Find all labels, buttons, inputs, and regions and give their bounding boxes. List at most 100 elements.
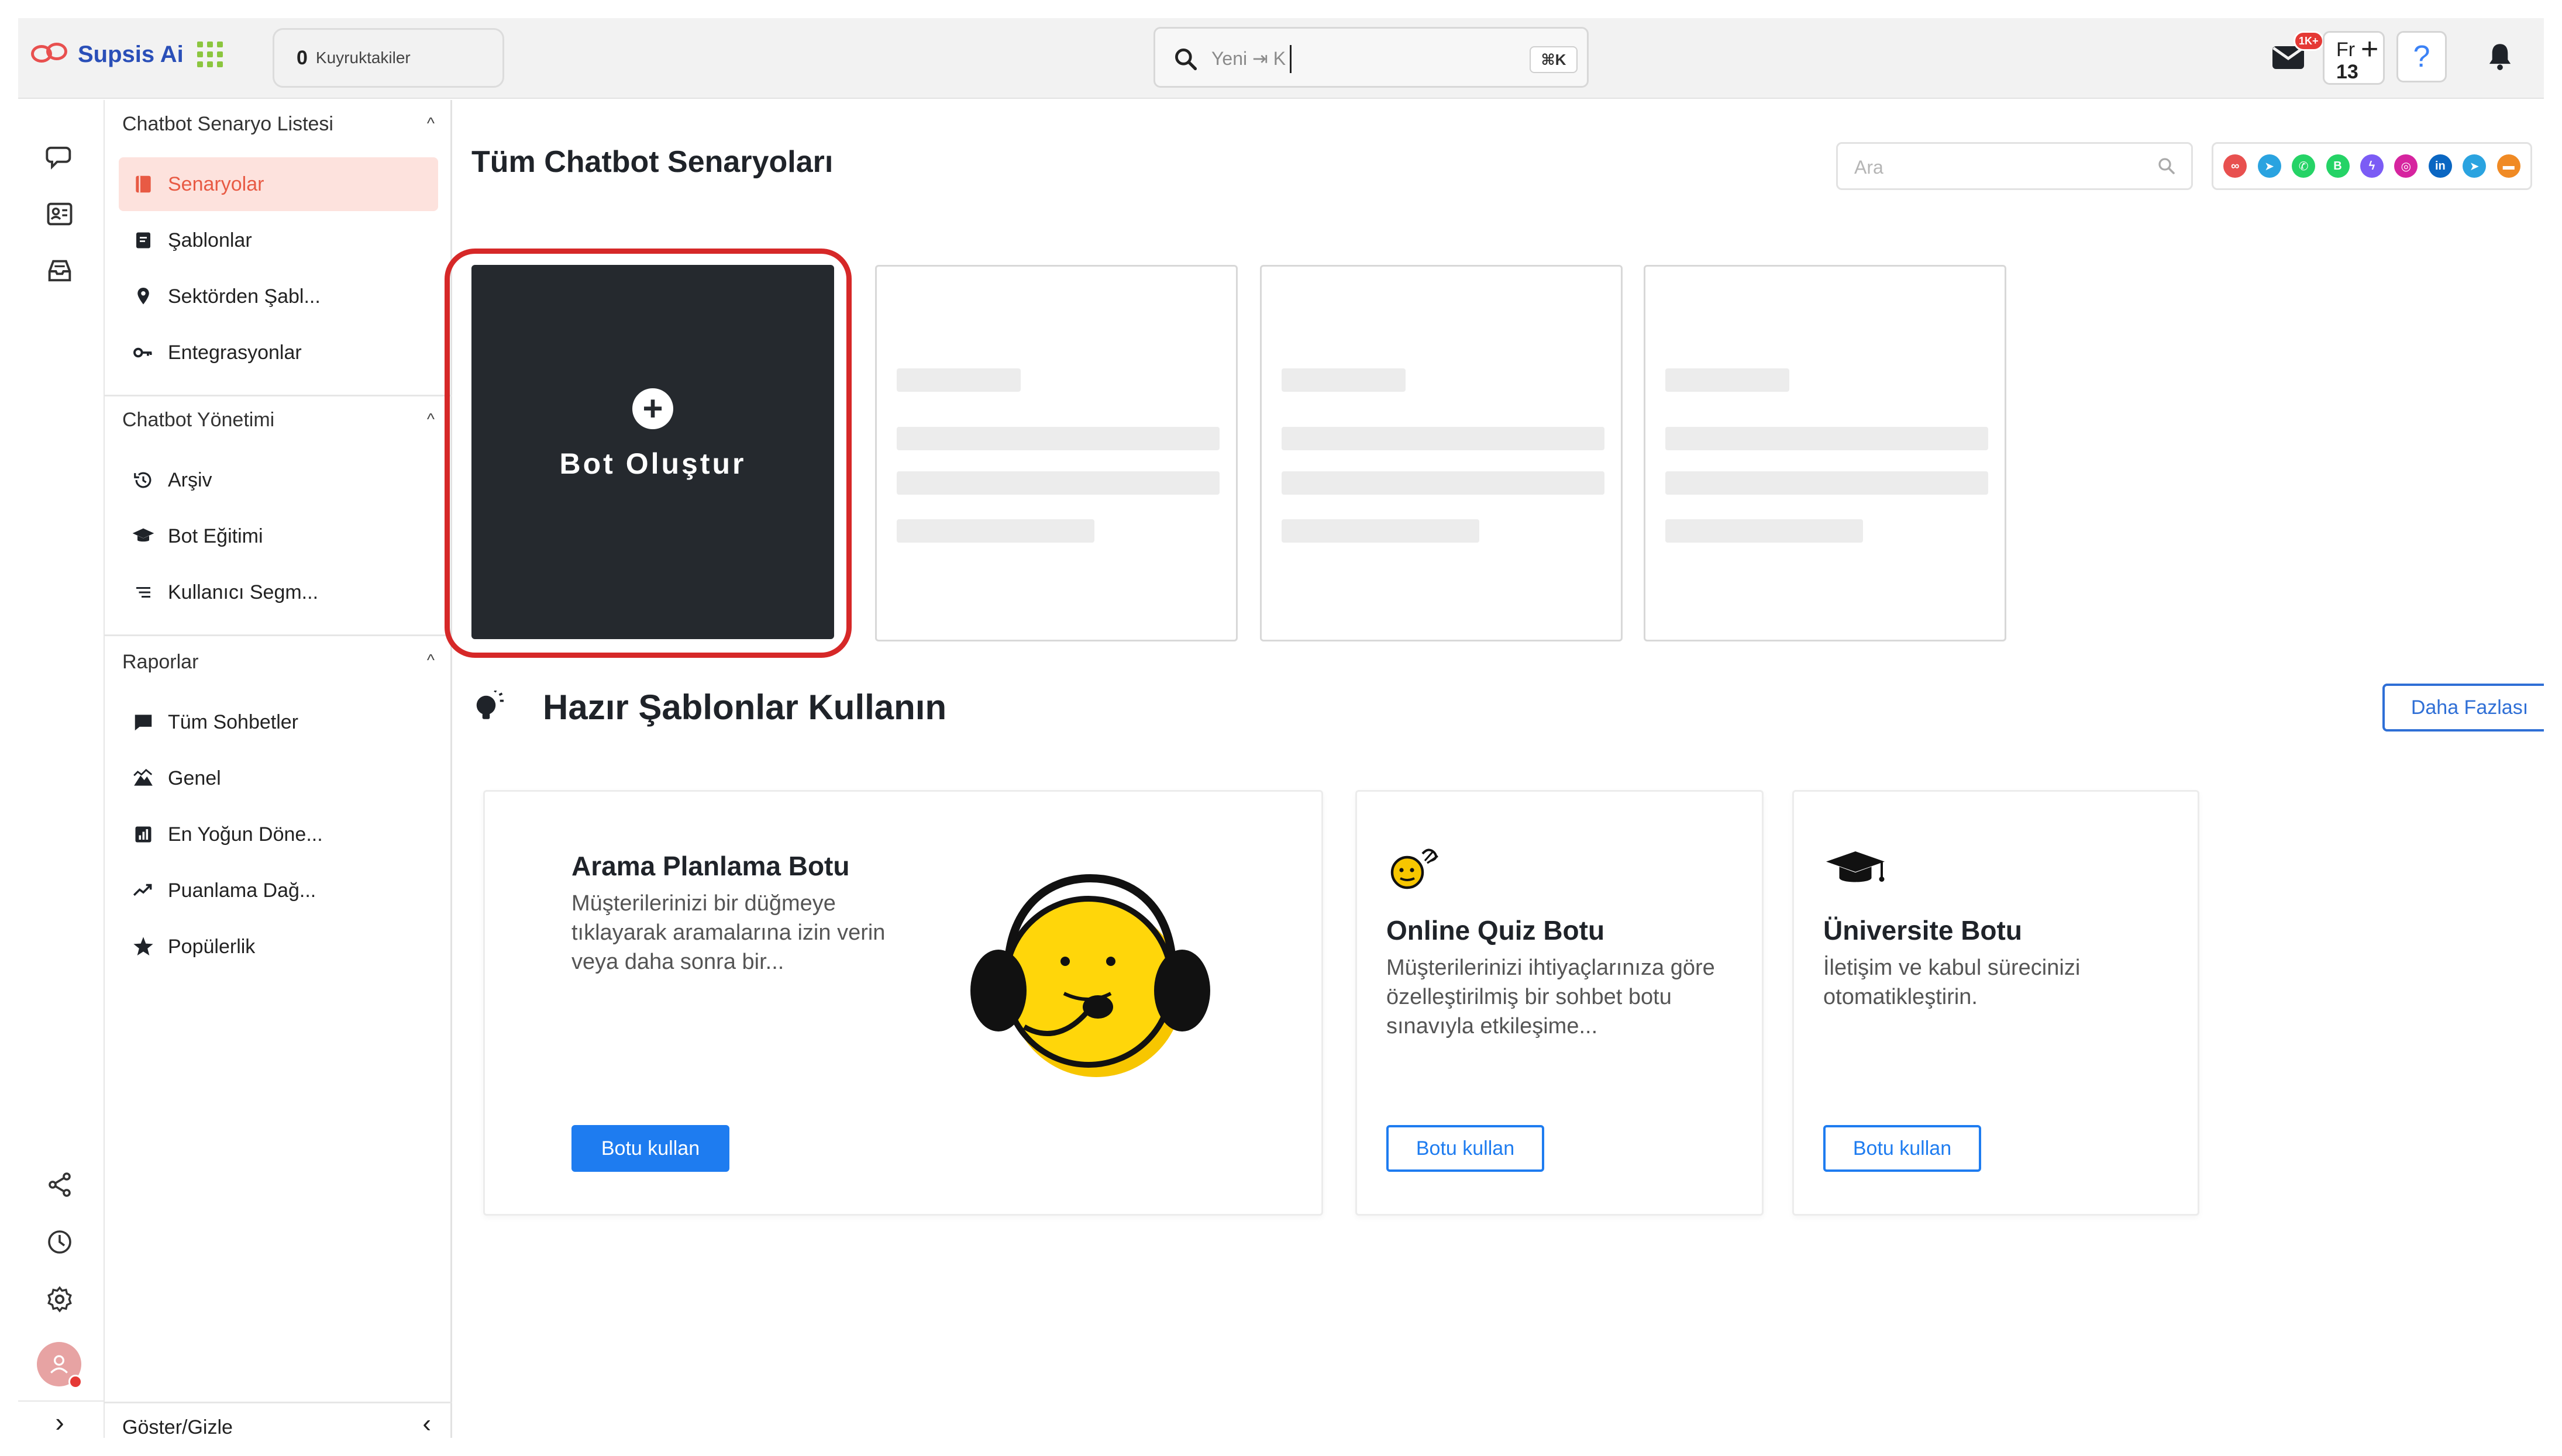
toggle-label: Göster/Gizle xyxy=(122,1416,233,1438)
main-content: Tüm Chatbot Senaryoları Ara ∞ ➤ ✆ Bϟ ◎ in ➤ ▬ +… xyxy=(445,100,2544,1438)
logo-icon xyxy=(31,42,70,67)
queue-counter[interactable]: 0 Kuyruktakiler xyxy=(273,28,504,88)
menu-item-genel[interactable]: Genel xyxy=(119,751,438,805)
instagram-icon[interactable]: ◎ xyxy=(2394,154,2418,178)
message-icon xyxy=(132,710,155,734)
menu-item-senaryolar[interactable]: Senaryolar xyxy=(119,157,438,211)
more-templates-button[interactable]: Daha Fazlası xyxy=(2382,684,2544,732)
star-icon xyxy=(132,935,155,958)
inbox-icon[interactable] xyxy=(42,253,78,289)
menu-item-sablonlar[interactable]: Şablonlar xyxy=(119,213,438,267)
template-icon xyxy=(132,229,155,252)
template-title: Üniversite Botu xyxy=(1823,915,2022,946)
scenario-menu: Chatbot Senaryo Listesi ^ Senaryolar Şab… xyxy=(105,100,452,1438)
menu-item-sektorden-sablonlar[interactable]: Sektörden Şabl... xyxy=(119,270,438,323)
menu-item-bot-egitimi[interactable]: Bot Eğitimi xyxy=(119,509,438,563)
section-divider xyxy=(105,634,452,636)
supsis-icon[interactable]: ∞ xyxy=(2223,154,2247,178)
create-bot-label: Bot Oluştur xyxy=(559,447,746,480)
menu-item-label: En Yoğun Döne... xyxy=(168,823,323,846)
template-description: Müşterilerinizi ihtiyaçlarınıza göre öze… xyxy=(1386,955,1715,1038)
share-icon[interactable] xyxy=(42,1167,78,1203)
menu-toggle[interactable]: Göster/Gizle ‹ xyxy=(105,1402,452,1438)
telegram-2-icon[interactable]: ➤ xyxy=(2463,154,2487,178)
contact-card-icon[interactable] xyxy=(42,196,78,232)
rail-divider xyxy=(18,1400,105,1402)
help-button[interactable]: ? xyxy=(2396,31,2447,82)
search-placeholder: Yeni ⇥ K xyxy=(1211,48,1286,69)
chevron-up-icon[interactable]: ^ xyxy=(427,410,435,429)
template-description: Müşterilerinizi bir düğmeye tıklayarak a… xyxy=(571,891,886,974)
chat-bubble-icon[interactable] xyxy=(42,139,78,175)
bar-chart-icon xyxy=(132,823,155,846)
mail-badge: 1K+ xyxy=(2294,31,2324,51)
menu-item-populerlik[interactable]: Popülerlik xyxy=(119,920,438,974)
book-icon xyxy=(132,172,155,196)
template-card-arama-planlama: Arama Planlama Botu Müşterilerinizi bir … xyxy=(483,790,1323,1216)
menu-section-scenarios: Chatbot Senaryo Listesi ^ Senaryolar Şab… xyxy=(105,100,452,397)
menu-item-label: Entegrasyonlar xyxy=(168,341,302,364)
menu-item-label: Arşiv xyxy=(168,468,212,491)
pin-icon xyxy=(132,285,155,308)
menu-item-label: Senaryolar xyxy=(168,172,264,195)
language-code: Fr xyxy=(2336,39,2356,61)
scenario-card-placeholder xyxy=(875,265,1238,641)
lightbulb-icon xyxy=(476,691,504,719)
menu-item-tum-sohbetler[interactable]: Tüm Sohbetler xyxy=(119,695,438,749)
search-shortcut-badge: ⌘K xyxy=(1530,46,1578,73)
search-placeholder: Ara xyxy=(1854,157,1883,178)
graduation-cap-icon xyxy=(1826,851,1885,882)
scenario-card-placeholder xyxy=(1644,265,2006,641)
menu-item-en-yogun-donem[interactable]: En Yoğun Döne... xyxy=(119,808,438,861)
use-bot-button[interactable]: Botu kullan xyxy=(571,1125,729,1172)
chevron-left-icon[interactable]: ‹ xyxy=(422,1409,431,1438)
chevron-up-icon[interactable]: ^ xyxy=(427,114,435,133)
date-day: 13 xyxy=(2336,61,2358,83)
messenger-icon[interactable]: ϟ xyxy=(2360,154,2384,178)
use-bot-button[interactable]: Botu kullan xyxy=(1823,1125,1981,1172)
plus-icon: + xyxy=(2361,32,2379,66)
text-caret xyxy=(1290,45,1292,73)
global-search-input[interactable]: Yeni ⇥ K ⌘K xyxy=(1153,27,1589,88)
menu-item-label: Popülerlik xyxy=(168,935,256,958)
top-bar: Supsis Ai 0 Kuyruktakiler Yeni ⇥ K ⌘K 1K… xyxy=(18,18,2544,99)
email-icon[interactable]: ▬ xyxy=(2496,154,2520,178)
template-title: Online Quiz Botu xyxy=(1386,915,1605,946)
channel-filter: ∞ ➤ ✆ Bϟ ◎ in ➤ ▬ xyxy=(2212,142,2532,190)
section-divider xyxy=(105,395,452,396)
template-description: İletişim ve kabul sürecinizi otomatikleş… xyxy=(1823,955,2081,1009)
section-title: Chatbot Senaryo Listesi xyxy=(122,113,333,135)
mountain-icon xyxy=(132,767,155,790)
expand-sidebar-icon[interactable]: › xyxy=(42,1404,78,1438)
menu-item-entegrasyonlar[interactable]: Entegrasyonlar xyxy=(119,326,438,379)
menu-item-puanlama-dagilimi[interactable]: Puanlama Dağ... xyxy=(119,864,438,917)
search-icon xyxy=(1175,49,1197,71)
whatsapp-business-icon[interactable]: B xyxy=(2326,154,2350,178)
create-bot-card[interactable]: + Bot Oluştur xyxy=(471,265,834,639)
clock-icon[interactable] xyxy=(42,1224,78,1260)
menu-item-label: Tüm Sohbetler xyxy=(168,710,298,733)
menu-item-label: Sektörden Şabl... xyxy=(168,285,321,308)
chevron-up-icon[interactable]: ^ xyxy=(427,651,435,670)
menu-item-kullanici-segment[interactable]: Kullanıcı Segm... xyxy=(119,565,438,619)
linkedin-icon[interactable]: in xyxy=(2428,154,2452,178)
menu-section-management: Chatbot Yönetimi ^ Arşiv Bot Eğitimi Kul… xyxy=(105,397,452,637)
language-date-button[interactable]: Fr 13 + xyxy=(2323,31,2385,85)
menu-item-label: Şablonlar xyxy=(168,229,252,251)
search-icon xyxy=(2158,158,2175,174)
whatsapp-icon[interactable]: ✆ xyxy=(2292,154,2316,178)
bell-icon[interactable] xyxy=(2468,31,2532,82)
status-dot xyxy=(68,1375,82,1389)
use-bot-button[interactable]: Botu kullan xyxy=(1386,1125,1544,1172)
brand-logo[interactable]: Supsis Ai xyxy=(31,37,184,72)
menu-item-arsiv[interactable]: Arşiv xyxy=(119,453,438,507)
scenario-search-input[interactable]: Ara xyxy=(1836,142,2193,190)
apps-grid-icon[interactable] xyxy=(197,42,223,67)
menu-item-label: Puanlama Dağ... xyxy=(168,879,316,902)
settings-icon[interactable] xyxy=(42,1281,78,1317)
graduation-cap-icon xyxy=(132,525,155,548)
plus-circle-icon: + xyxy=(632,388,673,429)
template-title: Arama Planlama Botu xyxy=(571,851,850,881)
telegram-icon[interactable]: ➤ xyxy=(2257,154,2281,178)
queue-label: Kuyruktakiler xyxy=(315,49,411,67)
